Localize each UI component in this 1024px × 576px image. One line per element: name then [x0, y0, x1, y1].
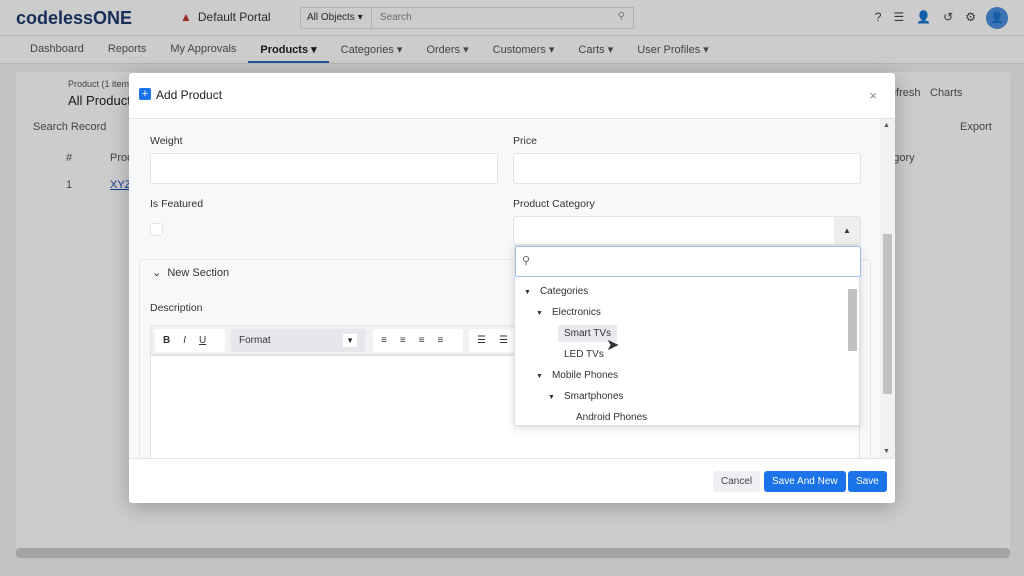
is-featured-checkbox[interactable]	[150, 223, 163, 236]
align-right-icon[interactable]: ≡	[419, 335, 425, 346]
save-button[interactable]: Save	[848, 471, 887, 492]
modal-scrollbar[interactable]: ▲ ▼	[880, 119, 895, 458]
chevron-up-icon[interactable]: ▲	[834, 217, 860, 244]
product-category-label: Product Category	[513, 198, 595, 210]
align-left-icon[interactable]: ≡	[381, 335, 387, 346]
underline-button[interactable]: U	[199, 335, 206, 346]
caret-down-icon: ▼	[536, 310, 543, 317]
dropdown-scrollbar[interactable]	[848, 279, 857, 424]
bullet-list-icon[interactable]: ☰	[477, 335, 486, 346]
bold-button[interactable]: B	[163, 335, 170, 346]
is-featured-label: Is Featured	[150, 198, 204, 210]
description-label: Description	[150, 302, 203, 314]
price-label: Price	[513, 135, 537, 147]
tree-node-categories[interactable]: ▼ Categories	[524, 286, 588, 297]
tree-node-smartphones[interactable]: ▼ Smartphones	[548, 391, 623, 402]
italic-button[interactable]: I	[183, 335, 186, 346]
tree-node-led-tvs[interactable]: LED TVs	[564, 349, 604, 360]
caret-down-icon: ▼	[548, 394, 555, 401]
weight-label: Weight	[150, 135, 183, 147]
tree-node-android-phones[interactable]: Android Phones	[576, 412, 647, 423]
tree-node-electronics[interactable]: ▼ Electronics	[536, 307, 601, 318]
category-search-input[interactable]: ⚲	[515, 246, 861, 277]
section-toggle[interactable]: ⌄ New Section	[152, 266, 229, 279]
caret-down-icon: ▼	[536, 373, 543, 380]
plus-icon: +	[139, 88, 151, 100]
weight-input[interactable]	[150, 153, 498, 184]
product-category-select[interactable]: ▲	[513, 216, 861, 245]
category-dropdown: ⚲ ▼ Categories ▼ Electronics Smart TVs LED…	[514, 245, 861, 426]
align-justify-icon[interactable]: ≡	[438, 335, 444, 346]
modal-title: Add Product	[156, 88, 223, 102]
format-select[interactable]: Format ▼	[231, 329, 365, 352]
search-icon: ⚲	[522, 255, 531, 267]
price-input[interactable]	[513, 153, 861, 184]
save-and-new-button[interactable]: Save And New	[764, 471, 846, 492]
tree-node-mobile-phones[interactable]: ▼ Mobile Phones	[536, 370, 618, 381]
caret-down-icon: ▼	[524, 289, 531, 296]
close-button[interactable]: ×	[869, 88, 877, 103]
chevron-down-icon: ▼	[343, 334, 357, 347]
cancel-button[interactable]: Cancel	[713, 471, 761, 492]
align-center-icon[interactable]: ≡	[400, 335, 406, 346]
numbered-list-icon[interactable]: ☰	[499, 335, 508, 346]
mouse-cursor-icon: ➤	[606, 337, 620, 354]
